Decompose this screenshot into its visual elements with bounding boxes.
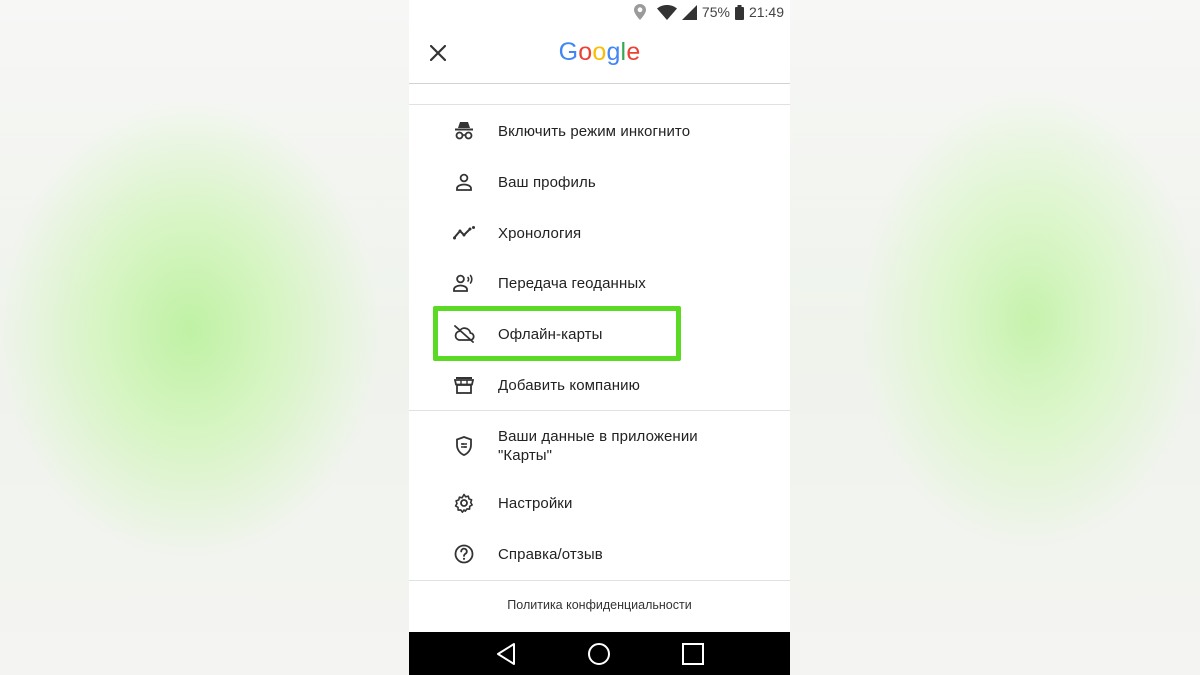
recents-button[interactable] (678, 639, 708, 669)
menu-item-label: Передача геоданных (498, 274, 646, 292)
logo-letter: o (578, 38, 593, 66)
menu-item-label: Ваши данные в приложении "Карты" (498, 427, 698, 465)
gear-icon (452, 491, 476, 515)
location-icon (633, 4, 646, 20)
menu-item-location-sharing[interactable]: Передача геоданных (409, 260, 790, 306)
logo-letter: e (626, 38, 641, 66)
menu-item-label: Справка/отзыв (498, 545, 603, 563)
header-divider (409, 83, 790, 84)
battery-percent: 75% (701, 4, 730, 20)
menu-item-label: Настройки (498, 494, 573, 512)
menu-item-help[interactable]: Справка/отзыв (409, 531, 790, 577)
signal-icon (681, 4, 697, 20)
section-divider (409, 580, 790, 581)
menu-item-label-line1: Ваши данные в приложении (498, 428, 698, 445)
incognito-icon (452, 119, 476, 143)
app-bar: Google (409, 24, 790, 84)
menu-item-label-line2: "Карты" (498, 447, 553, 464)
store-icon (452, 373, 476, 397)
home-button[interactable] (584, 639, 614, 669)
shield-icon (452, 434, 476, 458)
menu-item-label: Включить режим инкогнито (498, 122, 691, 140)
help-icon (452, 542, 476, 566)
system-nav-bar (409, 632, 790, 675)
wifi-icon (656, 4, 677, 20)
menu-item-add-business[interactable]: Добавить компанию (409, 362, 790, 408)
logo-letter: g (606, 38, 621, 66)
menu-item-timeline[interactable]: Хронология (409, 210, 790, 256)
person-icon (452, 170, 476, 194)
home-icon (588, 642, 611, 665)
section-divider (409, 104, 790, 105)
menu-item-incognito[interactable]: Включить режим инкогнито (409, 108, 790, 154)
clock: 21:49 (748, 4, 784, 20)
location-sharing-icon (452, 271, 476, 295)
menu-item-label: Ваш профиль (498, 173, 596, 191)
menu-item-your-data[interactable]: Ваши данные в приложении "Карты" (409, 423, 790, 469)
timeline-icon (452, 221, 476, 245)
recents-icon (682, 642, 705, 665)
logo-letter: G (558, 38, 579, 66)
privacy-policy-link[interactable]: Политика конфиденциальности (409, 598, 790, 612)
battery-icon (734, 4, 744, 20)
offline-maps-highlight-box (433, 306, 681, 361)
back-button[interactable] (491, 639, 521, 669)
menu-item-label: Добавить компанию (498, 376, 640, 394)
google-logo: Google (409, 38, 790, 67)
section-divider (409, 410, 790, 411)
back-icon (496, 642, 515, 665)
menu-item-label: Хронология (498, 224, 582, 242)
menu-item-settings[interactable]: Настройки (409, 480, 790, 526)
menu-item-profile[interactable]: Ваш профиль (409, 159, 790, 205)
status-bar: 75% 21:49 (409, 0, 790, 24)
logo-letter: o (592, 38, 607, 66)
